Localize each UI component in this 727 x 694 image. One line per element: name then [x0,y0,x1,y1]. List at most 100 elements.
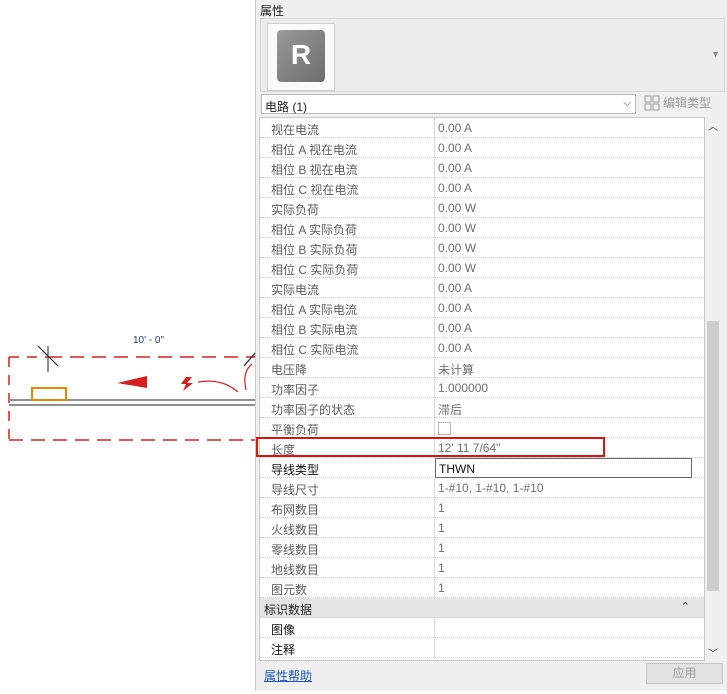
property-row: 相位 B 实际电流 0.00 A [260,318,704,338]
property-name: 相位 A 实际电流 [271,303,358,317]
property-name: 相位 B 实际负荷 [271,243,358,257]
property-row: 地线数目 1 [260,558,704,578]
property-row: 导线尺寸 1-#10, 1-#10, 1-#10 [260,478,704,498]
type-dropdown-arrow-icon[interactable]: ▼ [711,49,720,59]
property-name: 图像 [271,623,296,637]
property-name: 火线数目 [271,523,320,537]
property-name: 相位 C 视在电流 [271,183,359,197]
properties-scrollbar[interactable]: ︿ ﹀ [705,117,721,660]
apply-button[interactable]: 应用 [646,663,723,684]
drawing-canvas[interactable]: 10' - 0" [0,0,257,691]
scroll-up-icon[interactable]: ︿ [708,118,718,133]
property-name: 功率因子 [271,383,320,397]
property-row: 相位 B 视在电流 0.00 A [260,158,704,178]
property-row[interactable]: 图像 [260,618,704,638]
property-row: 零线数目 1 [260,538,704,558]
property-name: 相位 C 实际电流 [271,343,359,357]
property-name: 电压降 [271,363,308,377]
property-value: 1 [438,541,445,555]
property-value: 0.00 A [438,281,473,295]
property-row: 平衡负荷 [260,418,704,438]
property-value: 0.00 A [438,341,473,355]
property-value: 0.00 A [438,121,473,135]
property-value: 滞后 [438,403,463,417]
property-value: 12' 11 7/64" [438,441,501,455]
property-row: 图元数 1 [260,578,704,598]
property-row: 电压降 未计算 [260,358,704,378]
properties-grid: 视在电流 0.00 A 相位 A 视在电流 0.00 A 相位 B 视在电流 0.00… [259,117,705,661]
instance-filter-label: 电路 (1) [265,100,308,114]
property-value: 0.00 A [438,141,473,155]
property-value: 1 [438,501,445,515]
property-name: 地线数目 [271,563,320,577]
property-value: 1 [438,581,445,595]
property-row: 相位 C 实际负荷 0.00 W [260,258,704,278]
property-name: 导线类型 [271,463,320,477]
property-name: 相位 B 视在电流 [271,163,358,177]
circuit-arrow-icon [117,376,147,388]
edit-type-icon [644,95,660,110]
property-row: 实际电流 0.00 A [260,278,704,298]
property-row: 火线数目 1 [260,518,704,538]
property-value: 0.00 A [438,161,473,175]
property-row-wire-type[interactable]: 导线类型 THWN [260,458,704,478]
scroll-down-icon[interactable]: ﹀ [708,645,718,660]
property-value: 1 [438,561,445,575]
property-name: 长度 [271,443,296,457]
property-name: 相位 A 实际负荷 [271,223,358,237]
property-name: 零线数目 [271,543,320,557]
wire-type-field[interactable]: THWN [435,458,692,478]
property-value: 1-#10, 1-#10, 1-#10 [438,481,544,495]
property-name: 布网数目 [271,503,320,517]
property-row[interactable]: 注释 [260,638,704,658]
circuit-drawing[interactable] [0,0,257,691]
property-name: 视在电流 [271,123,320,137]
properties-help-link[interactable]: 属性帮助 [264,667,312,684]
chevron-down-icon[interactable]: ⌵ [623,98,631,109]
property-name: 功率因子的状态 [271,403,356,417]
panel-title: 属性 [260,4,285,18]
property-value: 未计算 [438,363,475,377]
property-name: 相位 A 视在电流 [271,143,358,157]
section-header-identity-data[interactable]: 标识数据 ⌃ [260,598,704,618]
property-row: 布网数目 1 [260,498,704,518]
property-name: 相位 B 实际电流 [271,323,358,337]
collapse-icon[interactable]: ⌃ [681,600,690,613]
scrollbar-thumb[interactable] [707,321,719,591]
property-row: 视在电流 0.00 A [260,118,704,138]
property-value: 0.00 W [438,261,477,275]
property-name: 注释 [271,643,296,657]
type-selector-area[interactable]: R ▼ [260,18,725,92]
property-row: 相位 A 实际电流 0.00 A [260,298,704,318]
property-value: 0.00 W [438,221,477,235]
property-row: 相位 A 实际负荷 0.00 W [260,218,704,238]
property-value: 1.000000 [438,381,489,395]
wire-type-value: THWN [439,462,475,476]
property-row-length: 长度 12' 11 7/64" [260,438,704,458]
property-value: 0.00 A [438,181,473,195]
property-value: 0.00 W [438,241,477,255]
property-row: 相位 C 实际电流 0.00 A [260,338,704,358]
property-value: 0.00 A [438,321,473,335]
property-row: 功率因子的状态 滞后 [260,398,704,418]
property-value: 1 [438,521,445,535]
wire-arc-right [244,363,253,391]
instance-filter-dropdown[interactable]: 电路 (1) ⌵ [261,94,636,114]
property-name: 实际负荷 [271,203,320,217]
electrical-device [31,387,67,401]
lightning-icon [181,377,193,391]
edit-type-button[interactable]: 编辑类型 [644,94,711,114]
wire-arc [197,380,239,393]
property-row: 相位 B 实际负荷 0.00 W [260,238,704,258]
edit-type-label: 编辑类型 [663,96,712,110]
property-name: 导线尺寸 [271,483,320,497]
balanced-load-checkbox[interactable] [438,422,451,435]
section-label: 标识数据 [264,603,313,617]
property-row: 功率因子 1.000000 [260,378,704,398]
property-name: 实际电流 [271,283,320,297]
property-name: 相位 C 实际负荷 [271,263,359,277]
property-value: 0.00 A [438,301,473,315]
dimension-text: 10' - 0" [133,335,165,346]
property-name: 图元数 [271,583,308,597]
property-value: 0.00 W [438,201,477,215]
